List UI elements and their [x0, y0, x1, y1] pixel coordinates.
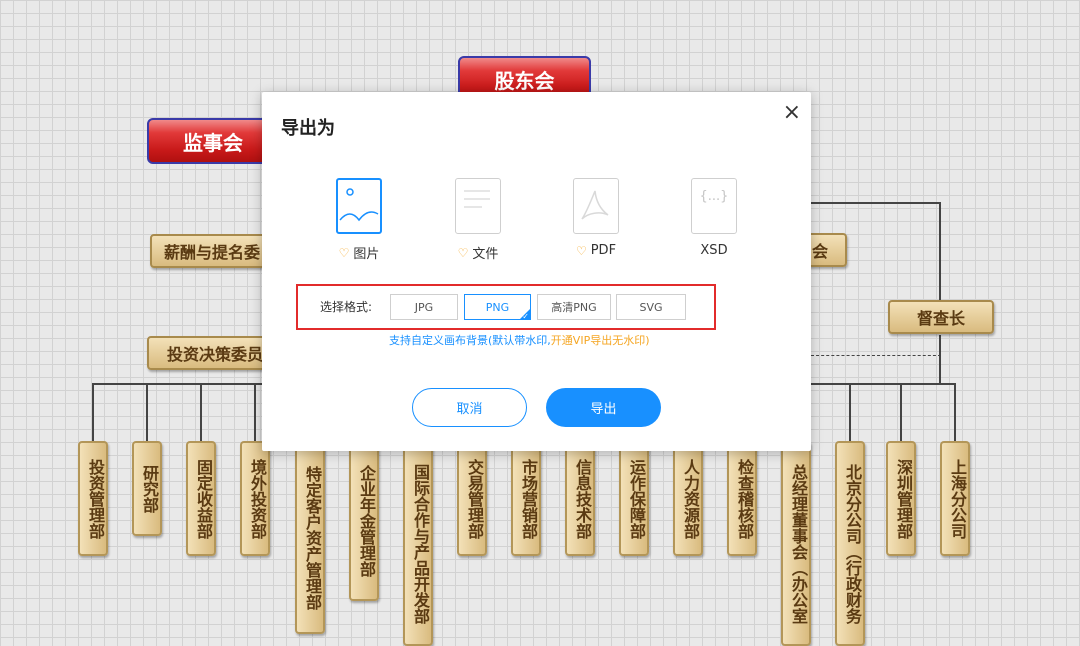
cancel-button[interactable]: 取消: [412, 388, 527, 427]
department-box[interactable]: 总经理董事会（办公室: [781, 441, 811, 646]
connector-line: [939, 335, 941, 383]
format-svg[interactable]: SVG: [616, 294, 686, 320]
dept-drop-line: [146, 383, 148, 441]
dept-drop-line: [254, 383, 256, 441]
department-box[interactable]: 市场营销部: [511, 441, 541, 556]
department-box[interactable]: 特定客户资产管理部: [295, 441, 325, 634]
export-dialog: 导出为 × ♡ 图片 ♡ 文件 ♡ PDF {...} XSD 选择格式: JP…: [262, 92, 811, 451]
department-box[interactable]: 深圳管理部: [886, 441, 916, 556]
connector-line: [810, 202, 940, 204]
dept-drop-line: [849, 383, 851, 441]
dept-drop-line: [954, 383, 956, 441]
vip-icon: ♡: [338, 245, 350, 260]
format-selector: 选择格式: JPG PNG ✓ 高清PNG SVG: [296, 284, 716, 330]
department-box[interactable]: 上海分公司: [940, 441, 970, 556]
export-option-file[interactable]: ♡ 文件: [433, 178, 523, 262]
export-option-image[interactable]: ♡ 图片: [314, 178, 404, 262]
vip-link[interactable]: 开通VIP导出无水印): [551, 334, 650, 347]
department-box[interactable]: 企业年金管理部: [349, 441, 379, 601]
format-jpg[interactable]: JPG: [390, 294, 458, 320]
department-box[interactable]: 交易管理部: [457, 441, 487, 556]
format-png[interactable]: PNG ✓: [464, 294, 531, 321]
department-box[interactable]: 境外投资部: [240, 441, 270, 556]
option-label-xsd: XSD: [700, 243, 728, 258]
check-icon: ✓: [522, 312, 529, 321]
watermark-hint: 支持自定义画布背景(默认带水印,开通VIP导出无水印): [389, 334, 650, 347]
dept-drop-line: [92, 383, 94, 441]
department-box[interactable]: 北京分公司（行政财务: [835, 441, 865, 646]
option-label-image: 图片: [353, 247, 380, 262]
inspector-box[interactable]: 督查长: [888, 300, 994, 334]
export-option-pdf[interactable]: ♡ PDF: [551, 178, 641, 258]
export-option-xsd[interactable]: {...} XSD: [669, 178, 759, 258]
vip-icon: ♡: [575, 243, 587, 258]
department-box[interactable]: 人力资源部: [673, 441, 703, 556]
compensation-committee-box[interactable]: 薪酬与提名委: [150, 234, 280, 268]
dept-drop-line: [900, 383, 902, 441]
xsd-file-icon: {...}: [691, 178, 737, 234]
option-label-pdf: PDF: [590, 243, 617, 258]
pdf-file-icon: [573, 178, 619, 234]
connector-line: [939, 202, 941, 302]
dashed-connector: [811, 355, 941, 356]
department-box[interactable]: 研究部: [132, 441, 162, 536]
image-file-icon: [336, 178, 382, 234]
export-button[interactable]: 导出: [546, 388, 661, 427]
format-label: 选择格式:: [320, 300, 373, 314]
department-box[interactable]: 固定收益部: [186, 441, 216, 556]
format-hd-png[interactable]: 高清PNG: [537, 294, 611, 320]
close-icon[interactable]: ×: [783, 100, 801, 125]
dialog-title: 导出为: [281, 118, 335, 139]
department-box[interactable]: 投资管理部: [78, 441, 108, 556]
department-box[interactable]: 国际合作与产品开发部: [403, 441, 433, 646]
option-label-file: 文件: [472, 247, 499, 262]
dept-drop-line: [200, 383, 202, 441]
department-box[interactable]: 运作保障部: [619, 441, 649, 556]
vip-icon: ♡: [457, 245, 469, 260]
supervisors-box[interactable]: 监事会: [147, 118, 279, 164]
department-box[interactable]: 检查稽核部: [727, 441, 757, 556]
department-box[interactable]: 信息技术部: [565, 441, 595, 556]
text-file-icon: [455, 178, 501, 234]
investment-committee-box[interactable]: 投资决策委员: [147, 336, 277, 370]
